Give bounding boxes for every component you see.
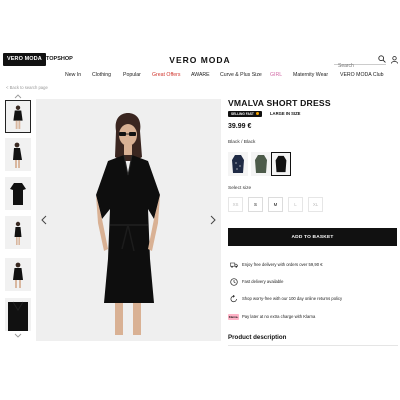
divider: [228, 345, 398, 346]
product-title: VMALVA SHORT DRESS: [228, 98, 331, 108]
nav-item-clothing[interactable]: Clothing: [92, 71, 111, 80]
site-header: VERO MODA TOPSHOP VERO MODA: [0, 53, 400, 71]
size-option-m[interactable]: M: [268, 197, 283, 212]
chevron-up-icon[interactable]: [14, 94, 22, 99]
size-option-s[interactable]: S: [248, 197, 263, 212]
return-arrow-icon: [230, 295, 237, 303]
search-icon[interactable]: [378, 55, 386, 63]
klarna-logo: Klarna.: [228, 314, 239, 320]
nav-item-curve-plus-size[interactable]: Curve & Plus Size: [220, 71, 262, 80]
nav-item-maternity-wear[interactable]: Maternity Wear: [293, 71, 328, 80]
color-swatch-navy[interactable]: [228, 152, 248, 176]
badge-dot-icon: [255, 112, 259, 115]
nav-item-new-in[interactable]: New In: [65, 71, 81, 80]
info-row-fast-delivery: Fast delivery available: [228, 277, 398, 287]
product-description-heading[interactable]: Product description: [228, 334, 286, 341]
klarna-text: Pay later at no extra charge with Klarna: [242, 314, 316, 319]
color-swatch-black[interactable]: [271, 152, 291, 176]
fast-delivery-text: Fast delivery available: [242, 279, 284, 284]
previous-image-arrow-icon[interactable]: [40, 215, 48, 225]
nav-item-great-offers[interactable]: Great Offers: [152, 71, 180, 80]
nav-item-aware[interactable]: AWARE: [191, 71, 210, 80]
main-nav: New In Clothing Popular Great Offers AWA…: [0, 71, 400, 80]
next-image-arrow-icon[interactable]: [209, 215, 217, 225]
nav-item-vero-moda-club[interactable]: VERO MODA Club: [340, 71, 384, 80]
select-size-label: Select size: [228, 186, 252, 191]
delivery-truck-icon: [230, 262, 238, 268]
thumbnail-walking[interactable]: [5, 258, 31, 291]
thumbnail-strip: [5, 94, 31, 340]
thumbnail-front[interactable]: [5, 100, 31, 133]
free-delivery-text: Enjoy free delivery with orders over 59,…: [242, 262, 323, 267]
nav-item-girl[interactable]: GIRL: [270, 71, 282, 80]
breadcrumb-back-link[interactable]: < Back to search page: [6, 85, 48, 91]
nav-item-popular[interactable]: Popular: [123, 71, 141, 80]
info-row-klarna: Klarna. Pay later at no extra charge wit…: [228, 312, 398, 322]
thumbnail-side[interactable]: [5, 138, 31, 171]
search-field[interactable]: [334, 54, 386, 71]
info-row-returns: Shop worry-free with our 100 day online …: [228, 294, 398, 304]
size-option-xs[interactable]: XS: [228, 197, 243, 212]
color-swatch-green[interactable]: [251, 152, 271, 176]
selling-fast-badge: SELLING FAST: [228, 111, 262, 117]
size-fit-note: LARGE IN SIZE: [270, 111, 301, 116]
top-band: [0, 0, 400, 49]
chevron-down-icon[interactable]: [14, 333, 22, 338]
clock-icon: [230, 278, 238, 286]
product-price: 39.99 €: [228, 123, 252, 130]
thumbnail-detail[interactable]: [5, 298, 31, 331]
size-option-l[interactable]: L: [288, 197, 303, 212]
user-icon[interactable]: [391, 56, 398, 64]
search-input[interactable]: [334, 61, 374, 71]
size-option-xl[interactable]: XL: [308, 197, 323, 212]
thumbnail-back[interactable]: [5, 216, 31, 249]
color-label: Black / Black: [228, 140, 256, 145]
thumbnail-flat[interactable]: [5, 177, 31, 210]
info-row-free-delivery: Enjoy free delivery with orders over 59,…: [228, 260, 398, 270]
returns-policy-text: Shop worry-free with our 100 day online …: [242, 296, 343, 301]
add-to-basket-button[interactable]: ADD TO BASKET: [228, 228, 397, 246]
main-product-image[interactable]: [36, 99, 221, 341]
model-photo: [36, 99, 221, 341]
